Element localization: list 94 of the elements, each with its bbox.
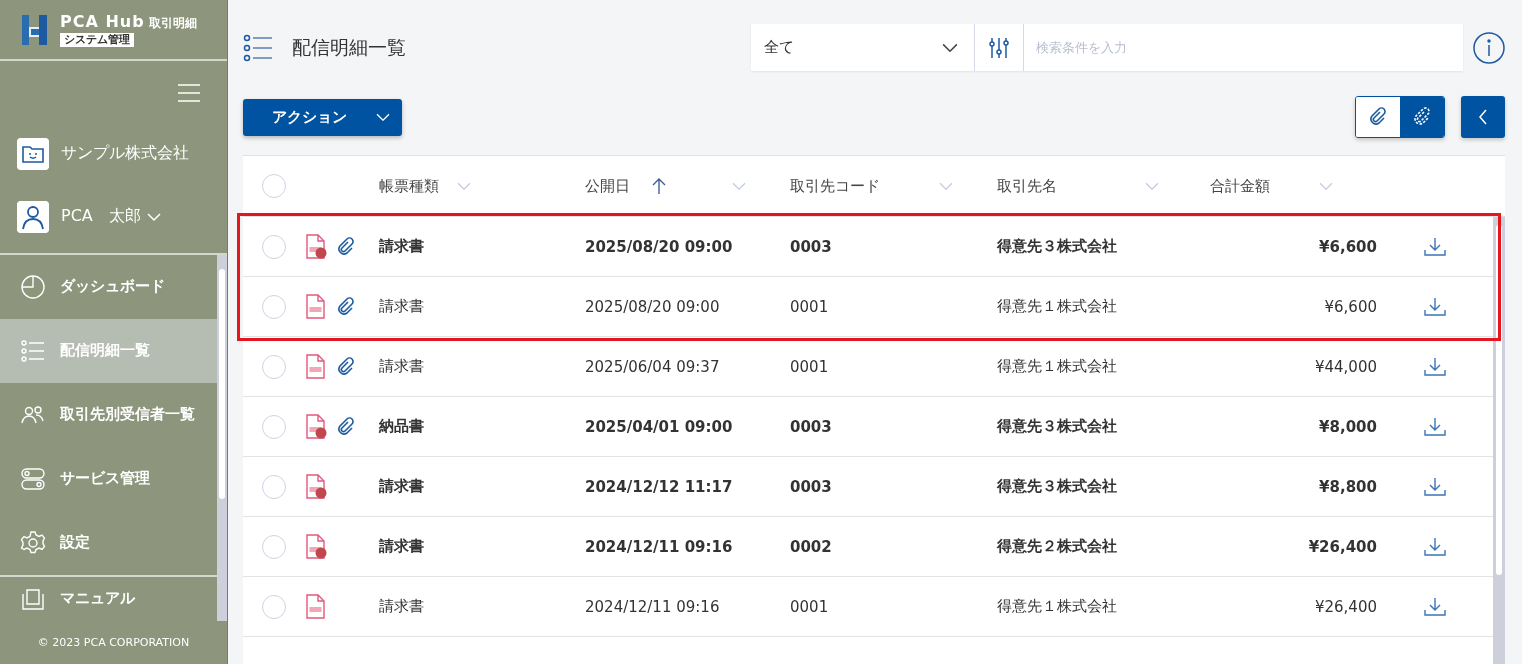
column-header[interactable]: 帳票種類 — [379, 176, 439, 196]
row-checkbox[interactable] — [262, 234, 286, 259]
table-cell: ¥26,400 — [1314, 597, 1377, 616]
table-cell-text: 得意先３株式会社 — [997, 417, 1118, 436]
chevron-left-icon — [1478, 109, 1488, 125]
download-icon[interactable] — [1424, 416, 1446, 437]
chevron-icon — [942, 42, 958, 53]
table-cell-text: 得意先１株式会社 — [997, 597, 1118, 616]
column-header[interactable]: 取引先コード — [790, 176, 880, 196]
file-icon[interactable] — [305, 533, 327, 560]
copyright: © 2023 PCA CORPORATION — [37, 635, 190, 649]
file-icon[interactable] — [305, 353, 327, 380]
scope-dropdown[interactable]: 全て — [751, 24, 975, 71]
search-field[interactable]: 検索条件を入力 — [1024, 24, 1463, 71]
paperclip-icon — [1368, 107, 1388, 127]
table-cell-text: 2024/12/12 11:17 — [585, 477, 734, 496]
row-checkbox[interactable] — [262, 414, 286, 439]
action-button[interactable]: アクション — [243, 98, 402, 136]
row-checkbox[interactable] — [262, 534, 286, 559]
file-icon[interactable] — [305, 473, 327, 500]
column-header[interactable]: 合計金額 — [1210, 176, 1270, 196]
chevron-icon[interactable] — [939, 181, 953, 191]
edition-label: システム管理 — [60, 33, 134, 48]
table-cell-text: 0003 — [790, 237, 833, 256]
table-cell-text: 得意先２株式会社 — [997, 537, 1118, 556]
settings-icon — [20, 529, 46, 556]
chevron-icon[interactable] — [1145, 181, 1159, 191]
table-cell-text: 0001 — [790, 597, 830, 616]
select-all-checkbox[interactable] — [262, 174, 286, 198]
file-icon[interactable] — [305, 233, 327, 260]
table-cell-text: 0001 — [790, 357, 830, 376]
table-cell-text: 0003 — [790, 477, 833, 496]
table-cell-text: 0003 — [790, 417, 833, 436]
table-cell: ¥8,800 — [1319, 477, 1377, 496]
table-cell-text: 得意先１株式会社 — [997, 297, 1118, 316]
table-cell-text: 納品書 — [379, 417, 425, 436]
chevron-icon — [376, 112, 390, 122]
user-icon — [17, 200, 49, 233]
column-header[interactable]: 取引先名 — [997, 176, 1057, 196]
chevron-icon[interactable] — [1319, 181, 1333, 191]
table-cell: ¥6,600 — [1319, 237, 1377, 256]
file-icon[interactable] — [305, 413, 327, 440]
row-checkbox[interactable] — [262, 594, 286, 619]
toggle-icon — [20, 465, 46, 492]
table-cell-text: 得意先３株式会社 — [997, 477, 1118, 496]
dashed-paperclip-icon — [1412, 107, 1432, 127]
pie-chart-icon — [20, 273, 46, 300]
table-cell-text: 請求書 — [379, 297, 425, 316]
collapse-button[interactable] — [1461, 96, 1505, 138]
table-cell-text: 請求書 — [379, 537, 425, 556]
toggle-button[interactable] — [1356, 97, 1400, 137]
table-cell-text: 2024/12/11 09:16 — [585, 537, 734, 556]
toggle-button[interactable] — [1400, 97, 1444, 137]
table-cell-text: 2025/04/01 09:00 — [585, 417, 734, 436]
chevron-icon — [146, 211, 161, 222]
download-icon[interactable] — [1424, 236, 1446, 257]
chevron-icon[interactable] — [732, 181, 746, 191]
download-icon[interactable] — [1424, 296, 1446, 317]
table-cell-text: 得意先３株式会社 — [997, 237, 1118, 256]
table-cell-text: 請求書 — [379, 477, 425, 496]
column-header[interactable]: 公開日 — [585, 176, 630, 196]
table-cell: ¥6,600 — [1324, 297, 1377, 316]
brand-name: PCA Hub — [60, 12, 145, 32]
download-icon[interactable] — [1424, 596, 1446, 617]
row-checkbox[interactable] — [262, 474, 286, 499]
product-name: 取引明細 — [148, 16, 197, 31]
table-cell-text: 2024/12/11 09:16 — [585, 597, 721, 616]
filter-icon[interactable] — [975, 24, 1024, 71]
file-icon[interactable] — [305, 293, 327, 320]
file-icon[interactable] — [305, 593, 327, 620]
table-cell-text: 0002 — [790, 537, 833, 556]
table-cell-text: 請求書 — [379, 237, 425, 256]
table-cell-text: 2025/06/04 09:37 — [585, 357, 721, 376]
info-icon[interactable] — [1473, 31, 1505, 64]
download-icon[interactable] — [1424, 356, 1446, 377]
table-cell-text: 2025/08/20 09:00 — [585, 237, 734, 256]
chevron-icon[interactable] — [457, 181, 471, 191]
table-cell-text: 0001 — [790, 297, 830, 316]
list-icon — [243, 33, 273, 62]
table-cell-text: 請求書 — [379, 597, 425, 616]
table-cell: ¥8,000 — [1319, 417, 1377, 436]
table-cell: ¥44,000 — [1314, 357, 1377, 376]
folder-icon — [17, 137, 49, 170]
table-cell-text: 2025/08/20 09:00 — [585, 297, 721, 316]
page-title: 配信明細一覧 — [292, 34, 406, 60]
download-icon[interactable] — [1424, 536, 1446, 557]
company-name: サンプル株式会社 — [61, 143, 189, 165]
row-checkbox[interactable] — [262, 354, 286, 379]
table-cell-text: 請求書 — [379, 357, 425, 376]
table-cell: ¥26,400 — [1308, 537, 1377, 556]
table-cell-text: 得意先１株式会社 — [997, 357, 1118, 376]
row-checkbox[interactable] — [262, 294, 286, 319]
download-icon[interactable] — [1424, 476, 1446, 497]
list-icon — [20, 337, 46, 364]
